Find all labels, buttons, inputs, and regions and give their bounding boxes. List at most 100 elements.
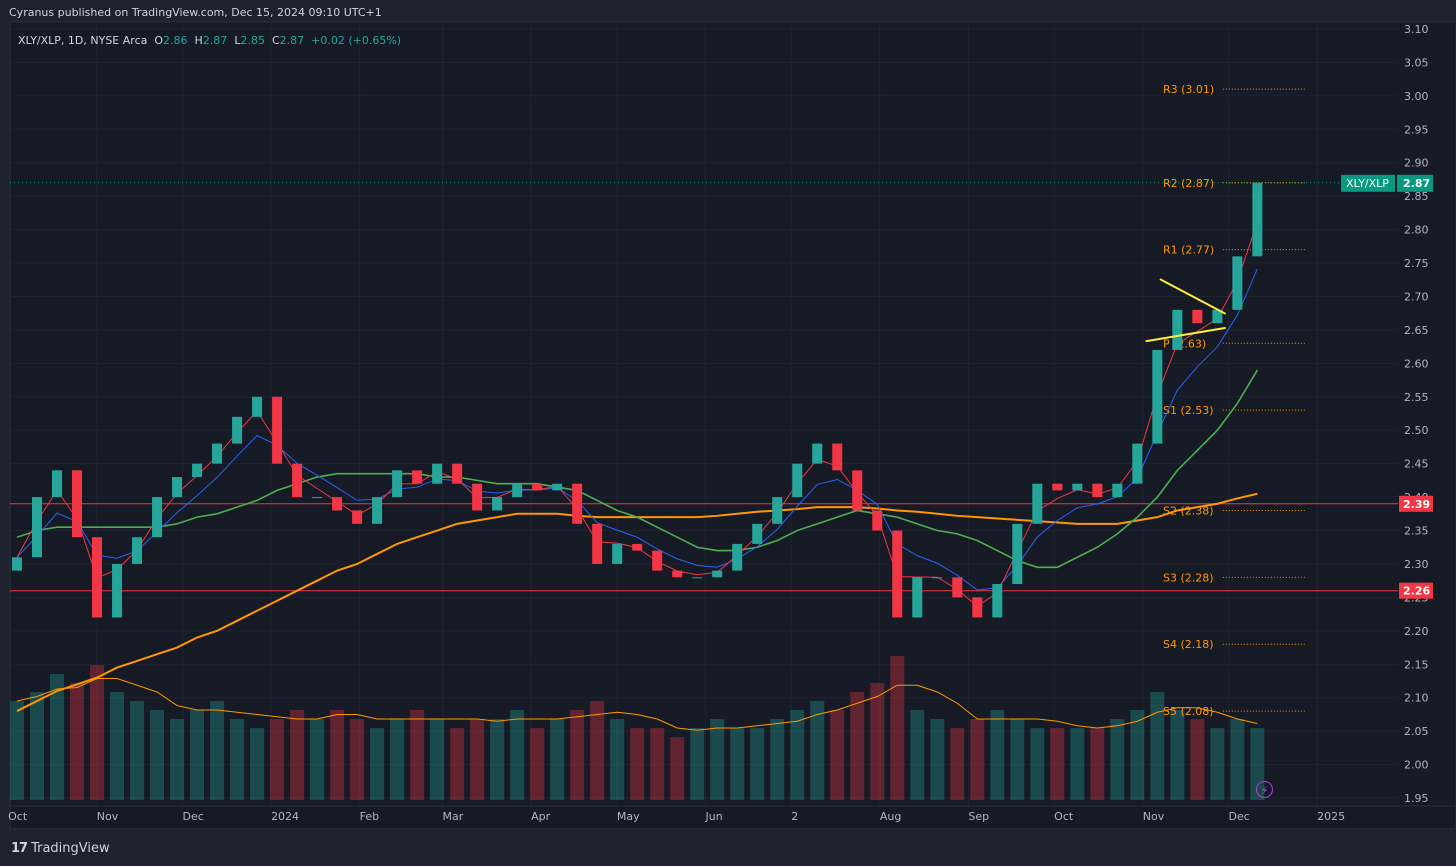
candle — [1072, 483, 1083, 491]
candle — [452, 463, 463, 484]
volume-bar — [850, 692, 865, 800]
candle — [412, 470, 423, 484]
candle — [1172, 309, 1183, 350]
candle — [1132, 443, 1143, 484]
y-tick-label: 2.55 — [1404, 391, 1429, 404]
volume-bar — [830, 710, 845, 800]
candle — [352, 510, 363, 524]
x-tick-label: Dec — [1229, 810, 1250, 823]
candle — [132, 537, 143, 564]
y-tick-label: 2.70 — [1404, 290, 1429, 303]
candle — [992, 584, 1003, 618]
price-chart[interactable]: 3.10 3.05 3.00 2.95 2.90 2.85 2.80 2.75 2.70 2.65… — [0, 0, 1456, 866]
volume-bar — [750, 728, 765, 800]
x-tick-label: Mar — [443, 810, 464, 823]
candle — [612, 543, 623, 564]
candle — [192, 463, 203, 478]
brand-name: TradingView — [31, 841, 110, 856]
candle — [872, 510, 883, 531]
open-label: O — [154, 34, 164, 47]
publisher-line: Cyranus published on TradingView.com, De… — [9, 6, 382, 19]
candle — [512, 483, 523, 498]
volume-bar — [950, 728, 965, 800]
volume-bar — [870, 683, 885, 800]
x-tick-label: Nov — [1143, 810, 1165, 823]
candle — [112, 563, 123, 618]
volume-bar — [270, 719, 285, 800]
volume-bar — [570, 710, 585, 800]
volume-bar — [350, 719, 365, 800]
y-tick-label: 2.20 — [1404, 625, 1429, 638]
pivot-label: S4 (2.18) — [1163, 638, 1214, 651]
volume-bar — [1190, 719, 1205, 800]
volume-bar — [390, 719, 405, 800]
volume-bar — [1030, 728, 1045, 800]
volume-bar — [910, 710, 925, 800]
volume-bar — [1070, 728, 1085, 800]
candle — [1192, 309, 1203, 324]
volume-bar — [610, 719, 625, 800]
volume-bar — [1010, 719, 1025, 800]
x-tick-label: May — [617, 810, 640, 823]
volume-bar — [10, 701, 24, 800]
volume-bar — [1130, 710, 1145, 800]
candle — [1252, 182, 1263, 257]
y-tick-label: 3.00 — [1404, 90, 1429, 103]
volume-bar — [1090, 728, 1105, 800]
candle — [252, 396, 263, 417]
candle — [1152, 349, 1163, 444]
close-label: C — [271, 34, 280, 47]
x-tick-label: Feb — [360, 810, 379, 823]
y-tick-label: 2.80 — [1404, 224, 1429, 237]
tradingview-logo[interactable]: 17 TradingView — [11, 841, 110, 856]
volume-bar — [190, 710, 205, 800]
volume-bar — [890, 656, 905, 800]
volume-bar — [1050, 728, 1065, 800]
x-tick-label: 2 — [791, 810, 798, 823]
candle — [972, 597, 983, 618]
volume-bar — [250, 728, 265, 800]
candle — [1052, 483, 1063, 491]
candle — [852, 470, 863, 511]
candle — [532, 483, 543, 491]
candle — [1032, 483, 1043, 524]
volume-bar — [1170, 710, 1185, 800]
lightning-icon[interactable]: ⚡ — [1256, 781, 1273, 798]
volume-bar — [290, 710, 305, 800]
candle — [312, 497, 323, 499]
candle — [232, 416, 243, 444]
candle — [92, 537, 103, 618]
volume-bar — [490, 719, 505, 800]
candle — [72, 470, 83, 538]
volume-bar — [1110, 719, 1125, 800]
candle — [752, 523, 763, 544]
pivot-label: S5 (2.08) — [1163, 705, 1214, 718]
pivot-label: R2 (2.87) — [1163, 177, 1214, 190]
candle — [392, 470, 403, 498]
x-tick-label: Sep — [968, 810, 989, 823]
volume-bar — [330, 710, 345, 800]
volume-bar — [590, 701, 605, 800]
volume-bar — [770, 719, 785, 800]
candle — [332, 497, 343, 511]
candle — [572, 483, 583, 524]
volume-bar — [150, 710, 165, 800]
volume-bar — [1230, 719, 1245, 800]
candle — [792, 463, 803, 498]
candle — [432, 463, 443, 484]
volume-bar — [470, 719, 485, 800]
symbol-info: XLY/XLP, 1D, NYSE Arca — [18, 34, 148, 47]
volume-bar — [630, 728, 645, 800]
x-tick-label: 2025 — [1317, 810, 1345, 823]
y-tick-label: 2.05 — [1404, 725, 1429, 738]
candle — [932, 577, 943, 579]
volume-bar — [970, 719, 985, 800]
volume-bar — [930, 719, 945, 800]
candle — [652, 550, 663, 571]
volume-bar — [370, 728, 385, 800]
high-value: 2.87 — [202, 34, 228, 47]
y-tick-label: 2.10 — [1404, 692, 1429, 705]
candle — [272, 396, 283, 464]
x-tick-label: Jun — [704, 810, 722, 823]
candle — [1232, 256, 1243, 310]
